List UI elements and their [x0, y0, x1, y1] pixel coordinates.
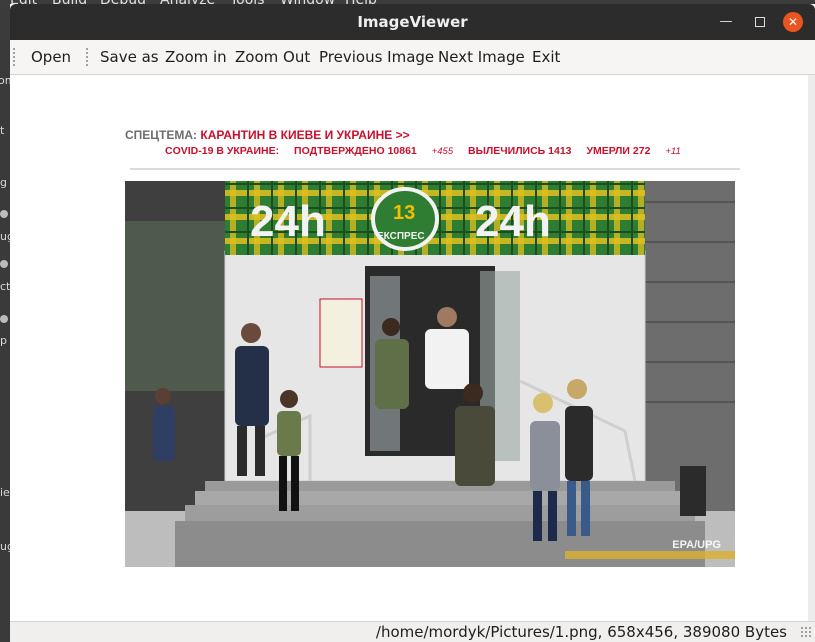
died-count: УМЕРЛИ 272 [586, 145, 651, 157]
close-button[interactable]: ✕ [783, 12, 803, 32]
exit-button[interactable]: Exit [532, 48, 560, 66]
photo-credit: EPA/UPG [672, 539, 721, 551]
bg-side-label: ug [0, 230, 10, 243]
maximize-icon [755, 16, 765, 27]
recovered-count: ВЫЛЕЧИЛИСЬ 1413 [468, 145, 572, 157]
window-title: ImageViewer [357, 13, 468, 31]
bg-side-label: ct [0, 280, 10, 293]
right-building [645, 181, 735, 511]
bg-side-label: g [0, 176, 7, 189]
sidewalk [175, 521, 705, 567]
bg-side-icon [0, 210, 8, 218]
died-delta: +11 [665, 146, 681, 157]
bg-side-icon [0, 260, 8, 268]
toolbar: Open Save as Zoom in Zoom Out Previous I… [10, 40, 815, 75]
minimize-button[interactable]: — [716, 12, 736, 32]
header-label: СПЕЦТЕМА: [125, 128, 198, 142]
zoom-in-button[interactable]: Zoom in [165, 48, 227, 66]
title-bar[interactable]: ImageViewer — ✕ [10, 4, 815, 40]
logo-text: ЕКСПРЕС [377, 231, 425, 242]
minimize-icon: — [719, 14, 733, 29]
close-icon: ✕ [787, 15, 799, 29]
file-info-status: /home/mordyk/Pictures/1.png, 658x456, 38… [375, 623, 787, 641]
bg-side-label: t [0, 124, 5, 137]
previous-image-button[interactable]: Previous Image [319, 48, 434, 66]
covid-stats-line: COVID-19 В УКРАИНЕ: ПОДТВЕРЖДЕНО 10861 +… [165, 145, 693, 157]
zoom-out-button[interactable]: Zoom Out [235, 48, 310, 66]
toolbar-separator [85, 47, 89, 67]
trash-bin [680, 466, 706, 516]
bg-side-label: ug [0, 540, 10, 553]
header-link: КАРАНТИН В КИЕВЕ И УКРАИНЕ >> [200, 128, 410, 142]
maximize-button[interactable] [750, 12, 770, 32]
bg-side-icon [0, 315, 8, 323]
street-photo: 24h 24h 13 ЕКСПРЕС EPA/UPG [125, 181, 735, 567]
bg-side-label: om [0, 74, 10, 87]
save-as-button[interactable]: Save as [100, 48, 159, 66]
image-viewport[interactable]: СПЕЦТЕМА: КАРАНТИН В КИЕВЕ И УКРАИНЕ >> … [10, 75, 808, 621]
header-divider [130, 168, 740, 170]
covid-label: COVID-19 В УКРАИНЕ: [165, 145, 280, 157]
resize-grip[interactable] [800, 626, 812, 638]
sign-24h-left: 24h [250, 197, 326, 246]
image-header-line: СПЕЦТЕМА: КАРАНТИН В КИЕВЕ И УКРАИНЕ >> [125, 128, 410, 142]
sign-24h-right: 24h [475, 197, 551, 246]
status-bar: /home/mordyk/Pictures/1.png, 658x456, 38… [10, 621, 815, 642]
logo-number: 13 [393, 202, 415, 224]
toolbar-handle[interactable] [12, 47, 16, 67]
bg-side-label: iew [0, 486, 10, 499]
confirmed-delta: +455 [431, 146, 454, 157]
window-poster [319, 298, 363, 368]
confirmed-count: ПОДТВЕРЖДЕНО 10861 [294, 145, 417, 157]
displayed-image: СПЕЦТЕМА: КАРАНТИН В КИЕВЕ И УКРАИНЕ >> … [125, 125, 740, 567]
open-button[interactable]: Open [31, 48, 71, 66]
vertical-scrollbar[interactable] [808, 75, 815, 621]
next-image-button[interactable]: Next Image [438, 48, 525, 66]
background-app-sidebar: om t g ug ct p iew ug [0, 40, 10, 641]
imageviewer-window: ImageViewer — ✕ Open Save as Zoom in Zoo… [10, 4, 815, 642]
bg-side-label: p [0, 334, 7, 347]
